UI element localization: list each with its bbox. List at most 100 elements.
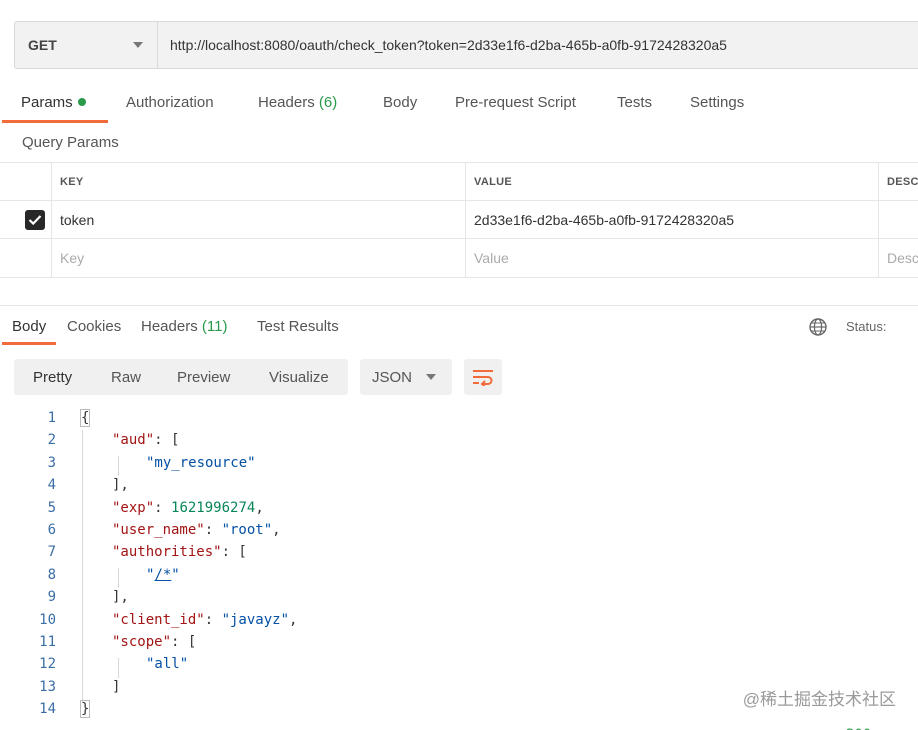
request-tabs: Params Authorization Headers (6) Body Pr… bbox=[0, 84, 918, 124]
json-key: "user_name" bbox=[112, 522, 205, 538]
line-number: 5 bbox=[47, 500, 56, 516]
json-number: 1621996274 bbox=[171, 500, 256, 516]
code-line: "client_id": "javayz", bbox=[112, 612, 298, 628]
code-line: "exp": 1621996274, bbox=[112, 500, 264, 516]
watermark: @稀土掘金技术社区 bbox=[742, 690, 896, 709]
tab-params[interactable]: Params bbox=[21, 94, 86, 111]
query-params-title: Query Params bbox=[22, 134, 119, 151]
line-number: 13 bbox=[39, 679, 56, 695]
chevron-down-icon bbox=[133, 42, 143, 48]
column-header-key: KEY bbox=[60, 176, 84, 188]
url-input[interactable]: http://localhost:8080/oauth/check_token?… bbox=[158, 22, 918, 68]
param-enabled-checkbox[interactable] bbox=[25, 210, 45, 230]
response-active-underline bbox=[2, 342, 56, 345]
request-url-bar: GET http://localhost:8080/oauth/check_to… bbox=[14, 21, 918, 69]
code-line: "user_name": "root", bbox=[112, 522, 281, 538]
line-number: 12 bbox=[39, 656, 56, 672]
json-string: "my_resource" bbox=[146, 455, 256, 471]
response-tab-body[interactable]: Body bbox=[12, 318, 46, 335]
indent-guide bbox=[118, 658, 119, 678]
json-string: "all" bbox=[146, 656, 189, 672]
response-tab-headers[interactable]: Headers (11) bbox=[141, 318, 227, 335]
json-key: "authorities" bbox=[112, 544, 222, 560]
line-number: 14 bbox=[39, 701, 56, 717]
line-number: 1 bbox=[47, 410, 56, 426]
indent-guide bbox=[82, 430, 83, 702]
active-tab-underline bbox=[2, 120, 108, 123]
code-line: "my_resource" bbox=[146, 455, 256, 471]
table-header-row: KEY VALUE DESCI bbox=[0, 162, 918, 201]
code-line: "all" bbox=[146, 656, 188, 672]
tab-tests[interactable]: Tests bbox=[617, 94, 652, 111]
checkmark-icon bbox=[28, 215, 42, 226]
tab-prerequest-script[interactable]: Pre-request Script bbox=[455, 94, 576, 111]
line-number: 8 bbox=[47, 567, 56, 583]
tab-headers-label: Headers bbox=[258, 94, 315, 111]
json-link[interactable]: /* bbox=[154, 567, 171, 583]
new-key-input[interactable]: Key bbox=[51, 239, 465, 277]
format-select[interactable]: JSON bbox=[360, 359, 452, 395]
param-value-cell[interactable]: 2d33e1f6-d2ba-465b-a0fb-9172428320a5 bbox=[465, 201, 878, 239]
view-pretty-button[interactable]: Pretty bbox=[33, 369, 72, 386]
json-key: "scope" bbox=[112, 634, 172, 650]
line-number: 4 bbox=[47, 477, 56, 493]
active-indicator-dot bbox=[77, 98, 86, 106]
json-quote: " bbox=[171, 567, 180, 583]
param-key-cell[interactable]: token bbox=[51, 201, 465, 239]
wrap-lines-button[interactable] bbox=[464, 359, 502, 395]
code-line: } bbox=[80, 700, 91, 718]
line-number: 3 bbox=[47, 455, 56, 471]
globe-icon[interactable] bbox=[808, 317, 828, 337]
param-description-cell[interactable] bbox=[878, 201, 918, 239]
code-line: "authorities": [ bbox=[112, 544, 247, 560]
json-key: "exp" bbox=[112, 500, 155, 516]
line-number: 9 bbox=[47, 589, 56, 605]
column-header-description: DESCI bbox=[887, 176, 918, 188]
new-description-input[interactable]: Desc bbox=[878, 239, 918, 277]
tab-body[interactable]: Body bbox=[383, 94, 417, 111]
tab-headers[interactable]: Headers (6) bbox=[258, 94, 337, 111]
code-line: ], bbox=[112, 477, 129, 493]
indent-guide bbox=[118, 456, 119, 476]
json-string: "javayz" bbox=[221, 612, 290, 628]
status-label: Status: bbox=[846, 319, 887, 334]
tab-settings[interactable]: Settings bbox=[690, 94, 744, 111]
pane-divider[interactable] bbox=[0, 305, 918, 306]
response-tab-headers-label: Headers bbox=[141, 318, 198, 335]
code-line: "aud": [ bbox=[112, 432, 180, 448]
view-raw-button[interactable]: Raw bbox=[111, 369, 141, 386]
json-key: "aud" bbox=[112, 432, 155, 448]
tab-params-label: Params bbox=[21, 94, 73, 111]
view-preview-button[interactable]: Preview bbox=[177, 369, 230, 386]
table-row-new: Key Value Desc bbox=[0, 238, 918, 278]
method-select[interactable]: GET bbox=[15, 22, 158, 68]
tab-headers-count: (6) bbox=[318, 94, 338, 111]
new-value-input[interactable]: Value bbox=[465, 239, 878, 277]
response-tab-headers-count: (11) bbox=[201, 318, 228, 335]
tab-authorization[interactable]: Authorization bbox=[126, 94, 214, 111]
line-number: 11 bbox=[39, 634, 56, 650]
response-tab-cookies[interactable]: Cookies bbox=[67, 318, 121, 335]
format-select-label: JSON bbox=[372, 368, 413, 386]
indent-guide bbox=[118, 568, 119, 588]
code-line: ], bbox=[112, 589, 129, 605]
view-mode-bar: Pretty Raw Preview Visualize bbox=[14, 359, 348, 395]
line-number: 6 bbox=[47, 522, 56, 538]
json-key: "client_id" bbox=[112, 612, 205, 628]
response-status: Status: 200 bbox=[846, 319, 887, 730]
line-number: 2 bbox=[47, 432, 56, 448]
json-string: "root" bbox=[221, 522, 273, 538]
code-line: { bbox=[80, 409, 91, 427]
code-line: "/*" bbox=[146, 567, 180, 583]
line-number: 10 bbox=[39, 612, 56, 628]
code-line: ] bbox=[112, 679, 121, 695]
chevron-down-icon bbox=[426, 374, 436, 380]
wrap-lines-icon bbox=[473, 370, 493, 386]
table-row: token 2d33e1f6-d2ba-465b-a0fb-9172428320… bbox=[0, 200, 918, 239]
response-tab-test-results[interactable]: Test Results bbox=[257, 318, 339, 335]
code-line: "scope": [ bbox=[112, 634, 197, 650]
method-label: GET bbox=[28, 37, 57, 53]
view-visualize-button[interactable]: Visualize bbox=[269, 369, 329, 386]
line-number: 7 bbox=[47, 544, 56, 560]
column-header-value: VALUE bbox=[474, 176, 512, 188]
